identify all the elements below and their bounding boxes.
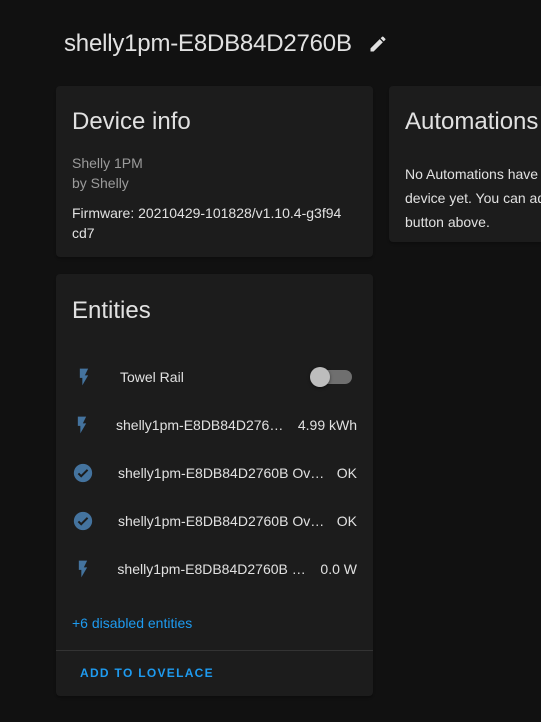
entity-name: shelly1pm-E8DB84D2760B Energy <box>116 417 286 433</box>
entity-name: Towel Rail <box>120 369 184 385</box>
entity-state: 4.99 kWh <box>297 417 357 433</box>
automations-empty-text: No Automations have been added using thi… <box>405 162 541 234</box>
automations-text-line: button above. <box>405 214 490 230</box>
toggle-thumb <box>310 367 330 387</box>
device-firmware: Firmware: 20210429-101828/v1.10.4-g3f94c… <box>72 205 342 241</box>
entity-state: OK <box>336 465 357 481</box>
device-info-card: Device info Shelly 1PM by Shelly Firmwar… <box>56 86 373 257</box>
pencil-icon <box>370 36 386 52</box>
entity-name: shelly1pm-E8DB84D2760B Overheating <box>118 465 325 481</box>
automations-title: Automations <box>405 108 539 135</box>
card-divider <box>56 650 373 651</box>
disabled-entities-link[interactable]: +6 disabled entities <box>72 615 192 631</box>
device-page: shelly1pm-E8DB84D2760B Device info Shell… <box>0 0 541 722</box>
entity-row-overheating[interactable]: shelly1pm-E8DB84D2760B Overheating OK <box>56 449 373 497</box>
entity-row-energy[interactable]: shelly1pm-E8DB84D2760B Energy 4.99 kWh <box>56 401 373 449</box>
entity-state: 0.0 W <box>320 561 357 577</box>
device-manufacturer: by Shelly <box>72 175 129 191</box>
entity-state: OK <box>336 513 357 529</box>
towel-rail-toggle[interactable] <box>310 367 352 387</box>
entities-card: Entities Towel Rail shelly1pm-E8DB84D276… <box>56 274 373 696</box>
entity-name: shelly1pm-E8DB84D2760B Overpowering <box>118 513 325 529</box>
entities-title: Entities <box>72 297 151 324</box>
add-to-lovelace-button[interactable]: ADD TO LOVELACE <box>80 666 214 680</box>
automations-text-line: device yet. You can add one by clicking … <box>405 190 541 206</box>
check-circle-icon <box>72 461 94 485</box>
automations-card: Automations No Automations have been add… <box>389 86 541 242</box>
entity-row-towel-rail[interactable]: Towel Rail <box>56 353 373 401</box>
page-title: shelly1pm-E8DB84D2760B <box>64 30 352 57</box>
lightning-bolt-icon <box>72 557 93 581</box>
entity-row-overpowering[interactable]: shelly1pm-E8DB84D2760B Overpowering OK <box>56 497 373 545</box>
entity-name: shelly1pm-E8DB84D2760B Power <box>117 561 309 577</box>
automations-text-line: No Automations have been added using thi… <box>405 166 541 182</box>
lightning-bolt-icon <box>72 413 92 437</box>
edit-device-button[interactable] <box>366 32 390 56</box>
device-info-title: Device info <box>72 108 191 135</box>
page-header: shelly1pm-E8DB84D2760B <box>64 30 390 58</box>
entity-row-power[interactable]: shelly1pm-E8DB84D2760B Power 0.0 W <box>56 545 373 593</box>
check-circle-icon <box>72 509 94 533</box>
lightning-bolt-icon <box>72 365 96 389</box>
device-model: Shelly 1PM <box>72 155 143 171</box>
